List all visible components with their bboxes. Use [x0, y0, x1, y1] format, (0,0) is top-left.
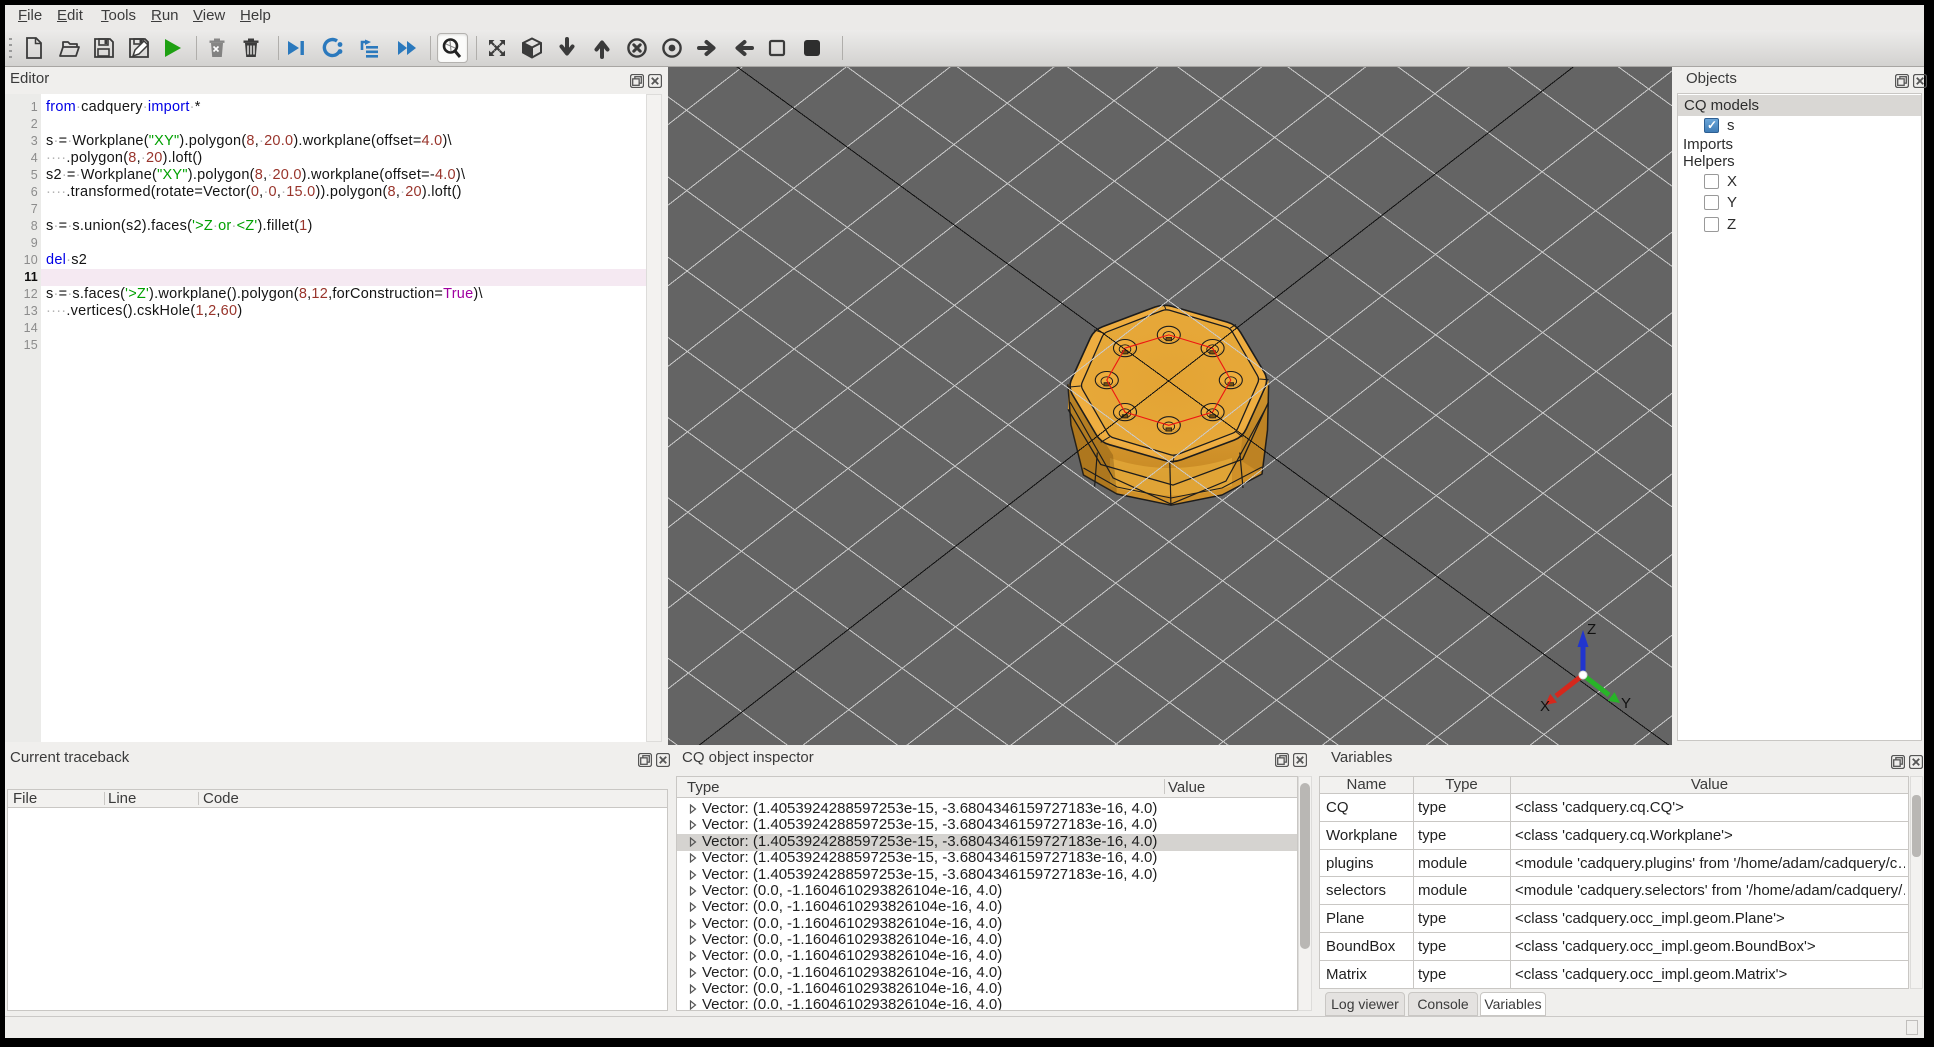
svg-text:Y: Y [1621, 695, 1631, 712]
svg-text:Z: Z [1587, 621, 1596, 638]
svg-text:X: X [1540, 698, 1550, 715]
